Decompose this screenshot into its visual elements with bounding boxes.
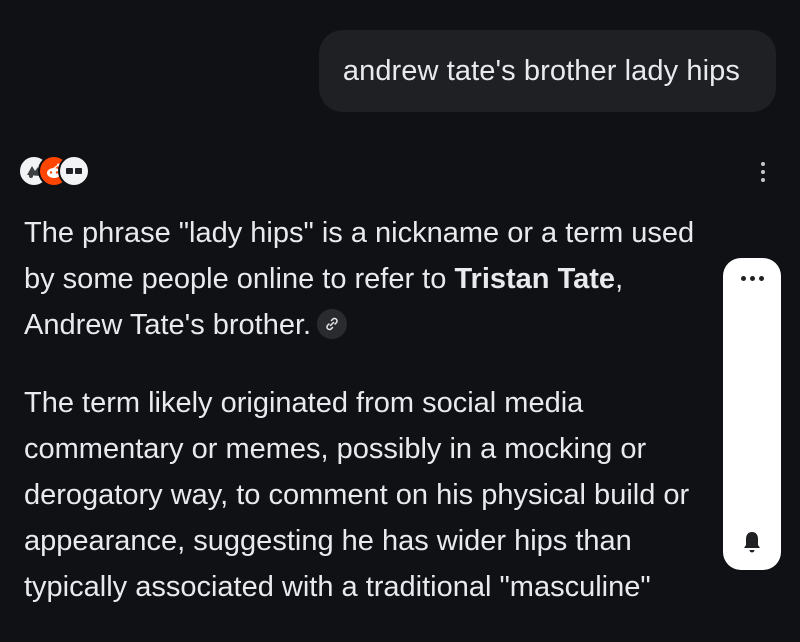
- floating-side-panel[interactable]: [723, 258, 781, 570]
- more-vert-icon[interactable]: [752, 158, 774, 186]
- answer-body: The phrase "lady hips" is a nickname or …: [24, 210, 724, 642]
- source-logo-icon[interactable]: [58, 155, 90, 187]
- answer-paragraph-2: The term likely originated from social m…: [24, 387, 690, 603]
- source-icons[interactable]: [18, 155, 90, 187]
- user-query-bubble: andrew tate's brother lady hips: [318, 30, 776, 112]
- bell-icon[interactable]: [741, 530, 763, 554]
- more-horiz-icon[interactable]: [723, 276, 781, 281]
- link-icon[interactable]: [317, 309, 348, 340]
- answer-bold-name: Tristan Tate: [454, 263, 616, 295]
- answer-paragraph-1: The phrase "lady hips" is a nickname or …: [24, 210, 724, 348]
- user-query-text: andrew tate's brother lady hips: [342, 54, 740, 87]
